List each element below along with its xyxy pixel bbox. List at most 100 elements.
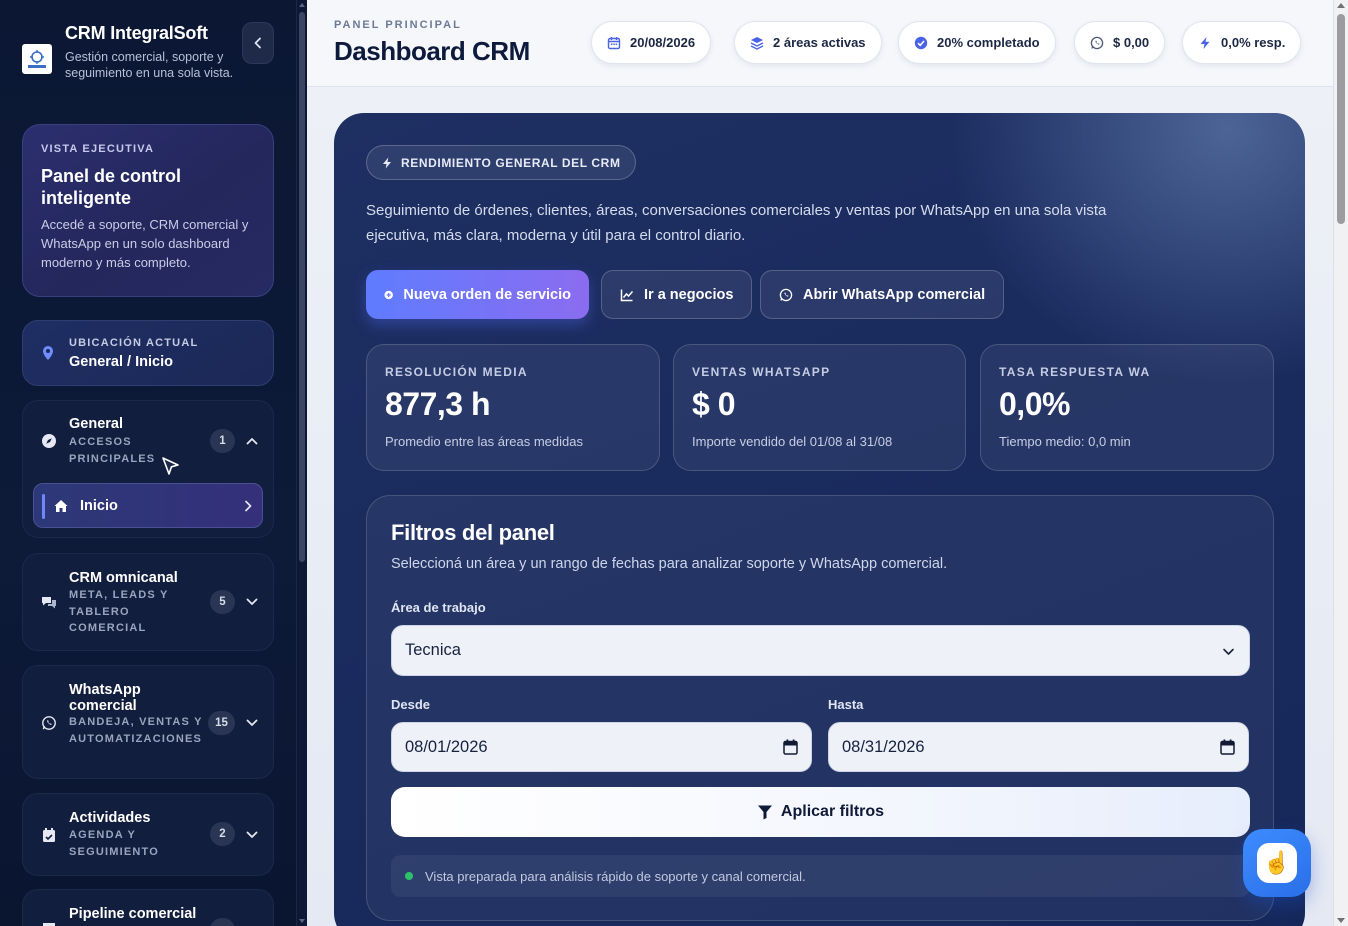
scroll-up-arrow-icon[interactable]	[299, 3, 305, 7]
filters-description: Seleccioná un área y un rango de fechas …	[391, 556, 948, 572]
kpi-label: TASA RESPUESTA WA	[999, 365, 1151, 379]
sidebar-scrollbar[interactable]	[296, 0, 307, 926]
kpi-card-response-rate: TASA RESPUESTA WA 0,0% Tiempo medio: 0,0…	[980, 344, 1274, 471]
to-date-input[interactable]: 08/31/2026	[828, 722, 1249, 772]
filters-panel: Filtros del panel Seleccioná un área y u…	[366, 495, 1274, 921]
go-to-deals-button[interactable]: Ir a negocios	[601, 270, 753, 319]
area-label: Área de trabajo	[391, 600, 486, 615]
pipeline-icon	[43, 923, 55, 926]
nav-group-title: CRM omnicanal	[69, 570, 178, 586]
chevron-down-icon[interactable]	[245, 716, 259, 730]
hero-description: Seguimiento de órdenes, clientes, áreas,…	[366, 202, 1107, 244]
mouse-cursor-icon	[162, 457, 179, 475]
page-scroll-thumb[interactable]	[1337, 14, 1345, 224]
status-note-text: Vista preparada para análisis rápido de …	[425, 868, 806, 884]
chevron-right-icon	[245, 500, 252, 512]
from-date-input[interactable]: 08/01/2026	[391, 722, 812, 772]
active-indicator	[42, 494, 45, 519]
bolt-icon	[383, 157, 391, 168]
chip-label: 0,0% resp.	[1221, 35, 1286, 50]
kpi-label: VENTAS WHATSAPP	[692, 365, 831, 379]
nav-group-title: WhatsApp comercial	[69, 682, 141, 714]
main-content: PANEL PRINCIPAL Dashboard CRM 20/08/2026…	[307, 0, 1333, 926]
whatsapp-sales-chip[interactable]: $ 0,00	[1074, 21, 1166, 64]
new-service-order-button[interactable]: Nueva orden de servicio	[366, 270, 589, 319]
floating-action-button[interactable]: ☝️	[1243, 829, 1311, 897]
executive-title: Panel de control inteligente	[41, 166, 182, 208]
page-eyebrow: PANEL PRINCIPAL	[334, 19, 462, 31]
sidebar-scroll-thumb[interactable]	[299, 12, 305, 562]
nav-group-title: General	[69, 416, 123, 432]
kpi-card-resolution: RESOLUCIÓN MEDIA 877,3 h Promedio entre …	[366, 344, 660, 471]
area-select-value: Tecnica	[405, 641, 461, 659]
from-label: Desde	[391, 697, 431, 712]
kpi-card-whatsapp-sales: VENTAS WHATSAPP $ 0 Importe vendido del …	[673, 344, 966, 471]
kpi-caption: Promedio entre las áreas medidas	[385, 434, 583, 449]
layers-icon	[750, 36, 764, 50]
status-note: Vista preparada para análisis rápido de …	[391, 855, 1250, 897]
button-label: Aplicar filtros	[780, 803, 885, 820]
nav-group-subtitle: META, LEADS Y TABLERO COMERCIAL	[69, 589, 169, 634]
chip-label: $ 0,00	[1113, 35, 1150, 50]
calendar-check-icon	[43, 828, 55, 842]
kpi-value: 877,3 h	[385, 386, 491, 422]
scroll-down-arrow-icon[interactable]	[299, 919, 305, 923]
nav-group-count: 5	[210, 590, 235, 614]
brand: CRM IntegralSoft Gestión comercial, sopo…	[22, 22, 274, 102]
nav-group-subtitle: AGENDA Y SEGUIMIENTO	[69, 829, 160, 858]
nav-group-crm-omnicanal[interactable]: CRM omnicanal META, LEADS Y TABLERO COME…	[22, 553, 274, 651]
scroll-down-arrow-icon[interactable]	[1337, 918, 1345, 923]
collapse-sidebar-button[interactable]	[242, 22, 274, 64]
response-rate-chip[interactable]: 0,0% resp.	[1182, 21, 1302, 64]
to-label: Hasta	[828, 697, 864, 712]
open-whatsapp-button[interactable]: Abrir WhatsApp comercial	[760, 270, 1005, 319]
nav-group-pipeline-comercial[interactable]: Pipeline comercial	[22, 889, 274, 926]
kpi-caption: Importe vendido del 01/08 al 31/08	[692, 434, 893, 449]
scroll-up-arrow-icon[interactable]	[1337, 3, 1345, 8]
chevron-down-icon[interactable]	[245, 595, 259, 609]
chip-label: 2 áreas activas	[773, 35, 866, 50]
top-header: PANEL PRINCIPAL Dashboard CRM 20/08/2026…	[307, 0, 1333, 87]
chevron-up-icon[interactable]	[245, 434, 259, 448]
from-date-value: 08/01/2026	[405, 737, 488, 756]
chevron-left-icon	[254, 37, 261, 49]
calendar-icon[interactable]	[783, 739, 798, 755]
page-title: Dashboard CRM	[334, 36, 530, 66]
pointing-hand-icon: ☝️	[1257, 843, 1297, 883]
kpi-value: 0,0%	[999, 386, 1070, 422]
bolt-icon	[1200, 36, 1210, 49]
line-chart-icon	[620, 289, 634, 301]
chip-label: 20/08/2026	[630, 35, 696, 50]
completion-chip[interactable]: 20% completado	[898, 21, 1056, 64]
current-location-card: UBICACIÓN ACTUAL General / Inicio	[22, 320, 274, 386]
location-eyebrow: UBICACIÓN ACTUAL	[69, 337, 199, 349]
brand-subtitle: Gestión comercial, soporte y seguimiento…	[65, 50, 234, 80]
sidebar: CRM IntegralSoft Gestión comercial, sopo…	[0, 0, 296, 926]
nav-group-count: 15	[208, 711, 235, 735]
nav-group-whatsapp-comercial[interactable]: WhatsApp comercial BANDEJA, VENTAS Y AUT…	[22, 665, 274, 779]
area-select[interactable]: Tecnica	[391, 625, 1250, 676]
nav-group-actividades[interactable]: Actividades AGENDA Y SEGUIMIENTO 2	[22, 793, 274, 876]
brand-title: CRM IntegralSoft	[65, 23, 208, 43]
sidebar-item-inicio[interactable]: Inicio	[33, 483, 263, 528]
nav-group-general[interactable]: General ACCESOS PRINCIPALES 1 Inicio	[22, 400, 274, 538]
date-chip[interactable]: 20/08/2026	[591, 21, 712, 64]
plus-circle-icon	[384, 290, 393, 299]
home-icon	[54, 500, 68, 512]
kpi-label: RESOLUCIÓN MEDIA	[385, 365, 528, 379]
compass-icon	[42, 434, 56, 448]
button-label: Abrir WhatsApp comercial	[803, 286, 986, 303]
chevron-down-icon	[1223, 648, 1234, 655]
whatsapp-icon	[1090, 36, 1104, 49]
sidebar-item-label: Inicio	[80, 498, 118, 514]
nav-group-subtitle: BANDEJA, VENTAS Y AUTOMATIZACIONES	[69, 716, 203, 745]
section-pill: RENDIMIENTO GENERAL DEL CRM	[366, 145, 636, 180]
calendar-icon[interactable]	[1220, 739, 1235, 755]
apply-filters-button[interactable]: Aplicar filtros	[391, 787, 1250, 837]
filter-icon	[757, 805, 772, 820]
page-scrollbar[interactable]	[1333, 0, 1348, 926]
active-areas-chip[interactable]: 2 áreas activas	[734, 21, 882, 64]
status-dot-icon	[405, 872, 413, 880]
chevron-down-icon[interactable]	[245, 828, 259, 842]
whatsapp-icon	[779, 288, 793, 301]
